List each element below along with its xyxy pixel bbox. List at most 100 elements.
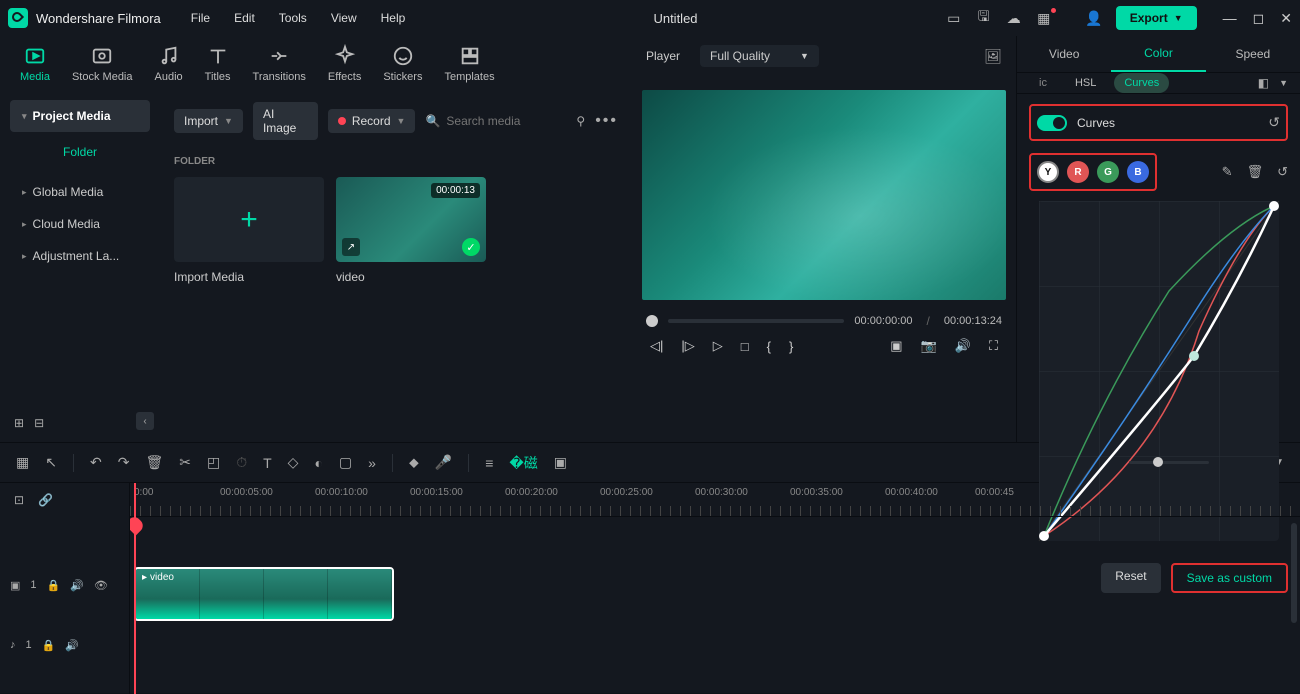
collapse-sidebar-button[interactable]: ‹: [136, 412, 154, 430]
zoom-slider[interactable]: [1129, 461, 1209, 464]
mask-icon[interactable]: ▢: [339, 454, 352, 471]
audio-track-header[interactable]: ♪ 1 🔒 🔊: [0, 615, 129, 675]
video-track-header[interactable]: ▣ 1 🔒 🔊 👁: [0, 555, 129, 615]
track-area[interactable]: ▸video: [130, 517, 1300, 667]
tab-color[interactable]: Color: [1111, 36, 1205, 72]
menu-view[interactable]: View: [331, 11, 357, 25]
screen-icon[interactable]: ▭: [946, 10, 962, 26]
tab-templates[interactable]: Templates: [444, 45, 494, 83]
timeline-ruler[interactable]: 0:00 00:00:05:00 00:00:10:00 00:00:15:00…: [130, 483, 1300, 517]
mic-icon[interactable]: 🎤: [435, 454, 452, 471]
redo-icon[interactable]: ↷: [118, 454, 130, 471]
close-button[interactable]: ✕: [1280, 10, 1292, 27]
mute-icon[interactable]: 🔊: [70, 579, 84, 592]
channel-blue[interactable]: B: [1127, 161, 1149, 183]
undo-icon[interactable]: ↶: [90, 454, 102, 471]
eye-icon[interactable]: 👁: [94, 579, 108, 592]
tab-audio[interactable]: Audio: [155, 45, 183, 83]
reset-curves-icon[interactable]: ↺: [1268, 114, 1280, 131]
mark-in-button[interactable]: {: [767, 339, 771, 354]
scrub-bar[interactable]: 00:00:00:00 / 00:00:13:24: [646, 314, 1002, 328]
cropetододicon[interactable]: ◰: [207, 454, 220, 471]
video-clip[interactable]: ▸video: [134, 567, 394, 621]
export-button[interactable]: Export ▼: [1116, 6, 1197, 30]
sidebar-item-adjustment-layer[interactable]: ▸Adjustment La...: [10, 240, 150, 272]
keyframe-icon[interactable]: ◇: [288, 454, 299, 471]
new-folder-icon[interactable]: ⊟: [34, 416, 44, 430]
mute-icon[interactable]: 🔊: [65, 639, 79, 652]
timeline-tracks[interactable]: 0:00 00:00:05:00 00:00:10:00 00:00:15:00…: [130, 483, 1300, 694]
more-menu-button[interactable]: •••: [595, 112, 618, 130]
subtab-curves[interactable]: Curves: [1114, 73, 1169, 93]
mixer-icon[interactable]: ≡: [485, 455, 493, 471]
render-icon[interactable]: ▣: [554, 454, 567, 471]
undo-icon[interactable]: ↺: [1277, 164, 1288, 180]
speed-icon[interactable]: ⏱: [236, 454, 247, 471]
sidebar-item-cloud-media[interactable]: ▸Cloud Media: [10, 208, 150, 240]
channel-green[interactable]: G: [1097, 161, 1119, 183]
scrub-handle[interactable]: [646, 315, 658, 327]
curves-toggle[interactable]: [1037, 115, 1067, 131]
minimize-button[interactable]: —: [1223, 10, 1237, 27]
tab-effects[interactable]: Effects: [328, 45, 361, 83]
timeline-scrollbar[interactable]: [1291, 523, 1297, 623]
record-button[interactable]: Record▼: [328, 109, 416, 133]
lock-icon[interactable]: 🔒: [47, 579, 61, 592]
menu-help[interactable]: Help: [381, 11, 406, 25]
playhead[interactable]: [134, 483, 136, 694]
tab-video[interactable]: Video: [1017, 37, 1111, 71]
step-back-button[interactable]: |▷: [681, 338, 694, 354]
maximize-button[interactable]: ◻: [1253, 10, 1265, 27]
channel-red[interactable]: R: [1067, 161, 1089, 183]
fit-icon[interactable]: ⊡: [14, 493, 24, 507]
delete-icon[interactable]: 🗑: [145, 454, 163, 471]
magnet-icon[interactable]: �磁: [509, 453, 537, 473]
apps-icon[interactable]: ▦: [1036, 10, 1052, 26]
chevron-down-icon[interactable]: ▼: [1279, 78, 1288, 88]
tab-titles[interactable]: Titles: [205, 45, 231, 83]
eyedropper-icon[interactable]: ✎: [1222, 164, 1233, 180]
compare-icon[interactable]: ◧: [1258, 76, 1269, 90]
subtab-hsl[interactable]: HSL: [1065, 73, 1106, 93]
scrub-track[interactable]: [668, 319, 844, 323]
menu-file[interactable]: File: [191, 11, 210, 25]
play-button[interactable]: ▷: [713, 338, 723, 354]
grid-icon[interactable]: ▦: [16, 454, 29, 471]
menu-edit[interactable]: Edit: [234, 11, 255, 25]
cloud-icon[interactable]: ☁: [1006, 10, 1022, 26]
search-input[interactable]: [446, 114, 566, 128]
color-icon[interactable]: ◐: [314, 455, 322, 471]
display-icon[interactable]: ▣: [890, 338, 902, 354]
subtab-ic[interactable]: ic: [1029, 73, 1057, 93]
menu-tools[interactable]: Tools: [279, 11, 307, 25]
stop-button[interactable]: □: [741, 339, 749, 354]
marker-icon[interactable]: ⬥: [409, 454, 419, 471]
tab-transitions[interactable]: Transitions: [253, 45, 306, 83]
lock-icon[interactable]: 🔒: [42, 639, 56, 652]
preview-viewport[interactable]: [642, 90, 1006, 300]
filter-icon[interactable]: ⚲: [576, 114, 585, 128]
mark-out-button[interactable]: }: [789, 339, 793, 354]
sidebar-item-folder[interactable]: Folder: [10, 136, 150, 168]
sidebar-item-project-media[interactable]: ▾Project Media: [10, 100, 150, 132]
new-bin-icon[interactable]: ⊞: [14, 416, 24, 430]
save-icon[interactable]: 🖫: [976, 10, 992, 26]
account-icon[interactable]: 👤: [1086, 10, 1102, 26]
link-icon[interactable]: 🔗: [38, 493, 53, 507]
tab-stock-media[interactable]: Stock Media: [72, 45, 133, 83]
channel-luma[interactable]: Y: [1037, 161, 1059, 183]
snapshot-icon[interactable]: 🖼: [984, 48, 1002, 65]
camera-icon[interactable]: 📷: [921, 338, 937, 354]
tab-stickers[interactable]: Stickers: [383, 45, 422, 83]
prev-frame-button[interactable]: ◁|: [650, 338, 663, 354]
tab-speed[interactable]: Speed: [1206, 37, 1300, 71]
tab-media[interactable]: Media: [20, 45, 50, 83]
import-button[interactable]: Import▼: [174, 109, 243, 133]
delete-icon[interactable]: 🗑: [1247, 164, 1264, 180]
cut-icon[interactable]: ✂: [179, 454, 191, 471]
fullscreen-icon[interactable]: ⛶: [989, 338, 998, 354]
ai-image-button[interactable]: AI Image: [253, 102, 318, 140]
sidebar-item-global-media[interactable]: ▸Global Media: [10, 176, 150, 208]
quality-select[interactable]: Full Quality ▼: [700, 45, 819, 67]
thumb-import[interactable]: + Import Media: [174, 177, 324, 284]
